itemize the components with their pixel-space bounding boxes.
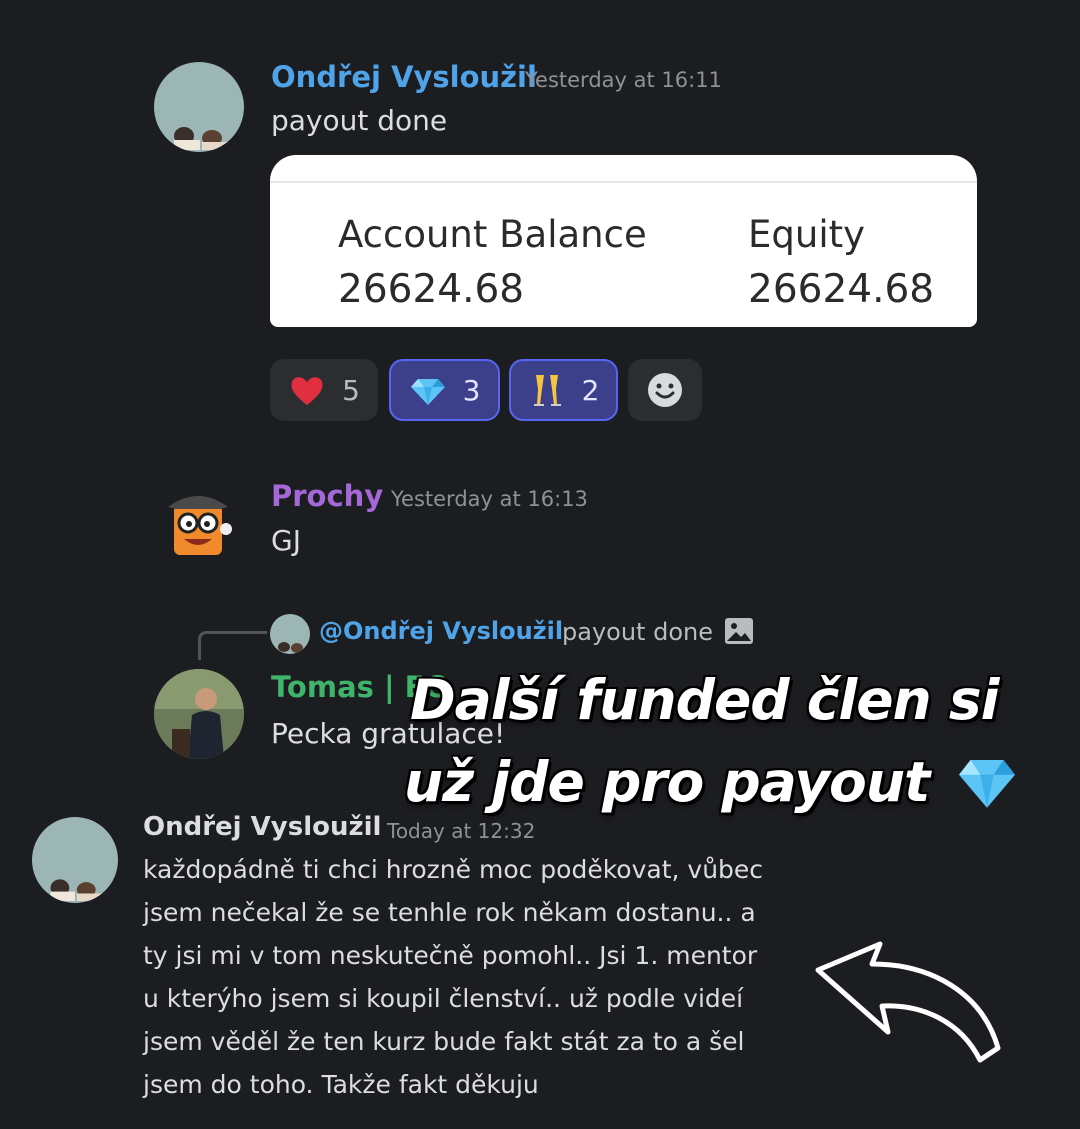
champagne-emoji-icon bbox=[533, 375, 561, 406]
message-line: ty jsi mi v tom neskutečně pomohl.. Jsi … bbox=[143, 941, 758, 970]
message-author[interactable]: Ondřej Vysloužil bbox=[271, 60, 537, 94]
image-icon bbox=[725, 618, 753, 644]
message-author[interactable]: Ondřej Vysloužil bbox=[143, 812, 381, 842]
reply-connector bbox=[198, 631, 267, 660]
message-line: jsem nečekal že se tenhle rok někam dost… bbox=[143, 898, 756, 927]
message-timestamp: Yesterday at 16:11 bbox=[525, 68, 722, 92]
balance-value: 26624.68 bbox=[338, 267, 525, 312]
embed-divider bbox=[270, 181, 977, 183]
overlay-caption-line2: už jde pro payout bbox=[404, 750, 930, 814]
reply-avatar bbox=[270, 614, 310, 654]
avatar-photo-icon bbox=[50, 879, 104, 901]
embed-image[interactable]: Account Balance 26624.68 Equity 26624.68 bbox=[270, 155, 977, 327]
avatar-ondrej[interactable] bbox=[32, 817, 118, 903]
message-text: payout done bbox=[271, 104, 448, 137]
reaction-heart[interactable]: 5 bbox=[270, 359, 378, 421]
message-timestamp: Yesterday at 16:13 bbox=[391, 487, 588, 511]
reaction-gem[interactable]: 3 bbox=[389, 359, 500, 421]
gem-emoji-icon bbox=[959, 759, 1015, 808]
reaction-count: 2 bbox=[581, 373, 600, 407]
message-text: každopádně ti chci hrozně moc poděkovat,… bbox=[143, 848, 763, 1106]
avatar-photo-icon bbox=[154, 669, 244, 759]
avatar-photo-icon bbox=[174, 127, 230, 150]
message-line: jsem věděl že ten kurz bude fakt stát za… bbox=[143, 1027, 745, 1056]
arrow-annotation-icon bbox=[815, 941, 1001, 1063]
reaction-champagne[interactable]: 2 bbox=[509, 359, 618, 421]
overlay-caption-line1: Další funded člen si bbox=[410, 668, 999, 732]
smiley-add-icon bbox=[648, 373, 682, 407]
avatar-prochy[interactable] bbox=[160, 485, 236, 561]
reply-preview[interactable]: payout done bbox=[562, 618, 713, 646]
avatar-tomas[interactable] bbox=[154, 669, 244, 759]
reply-mention[interactable]: @Ondřej Vysloužil bbox=[319, 617, 563, 645]
heart-emoji-icon bbox=[291, 377, 323, 405]
reaction-count: 5 bbox=[342, 373, 360, 407]
equity-value: 26624.68 bbox=[748, 267, 935, 312]
chat-screenshot: Ondřej Vysloužil Yesterday at 16:11 payo… bbox=[0, 0, 1080, 1129]
avatar-photo-icon bbox=[278, 642, 303, 653]
avatar-ondrej[interactable] bbox=[154, 62, 244, 152]
message-author[interactable]: Prochy bbox=[271, 479, 383, 513]
gem-emoji-icon bbox=[410, 379, 445, 405]
message-timestamp: Today at 12:32 bbox=[387, 819, 536, 843]
equity-label: Equity bbox=[748, 213, 865, 256]
message-text: GJ bbox=[271, 524, 301, 557]
balance-label: Account Balance bbox=[338, 213, 647, 256]
message-line: u kterýho jsem si koupil členství.. už p… bbox=[143, 984, 744, 1013]
message-line: každopádně ti chci hrozně moc poděkovat,… bbox=[143, 855, 764, 884]
reaction-count: 3 bbox=[462, 373, 481, 407]
message-line: jsem do toho. Takže fakt děkuju bbox=[143, 1070, 539, 1099]
add-reaction-button[interactable] bbox=[628, 359, 702, 421]
